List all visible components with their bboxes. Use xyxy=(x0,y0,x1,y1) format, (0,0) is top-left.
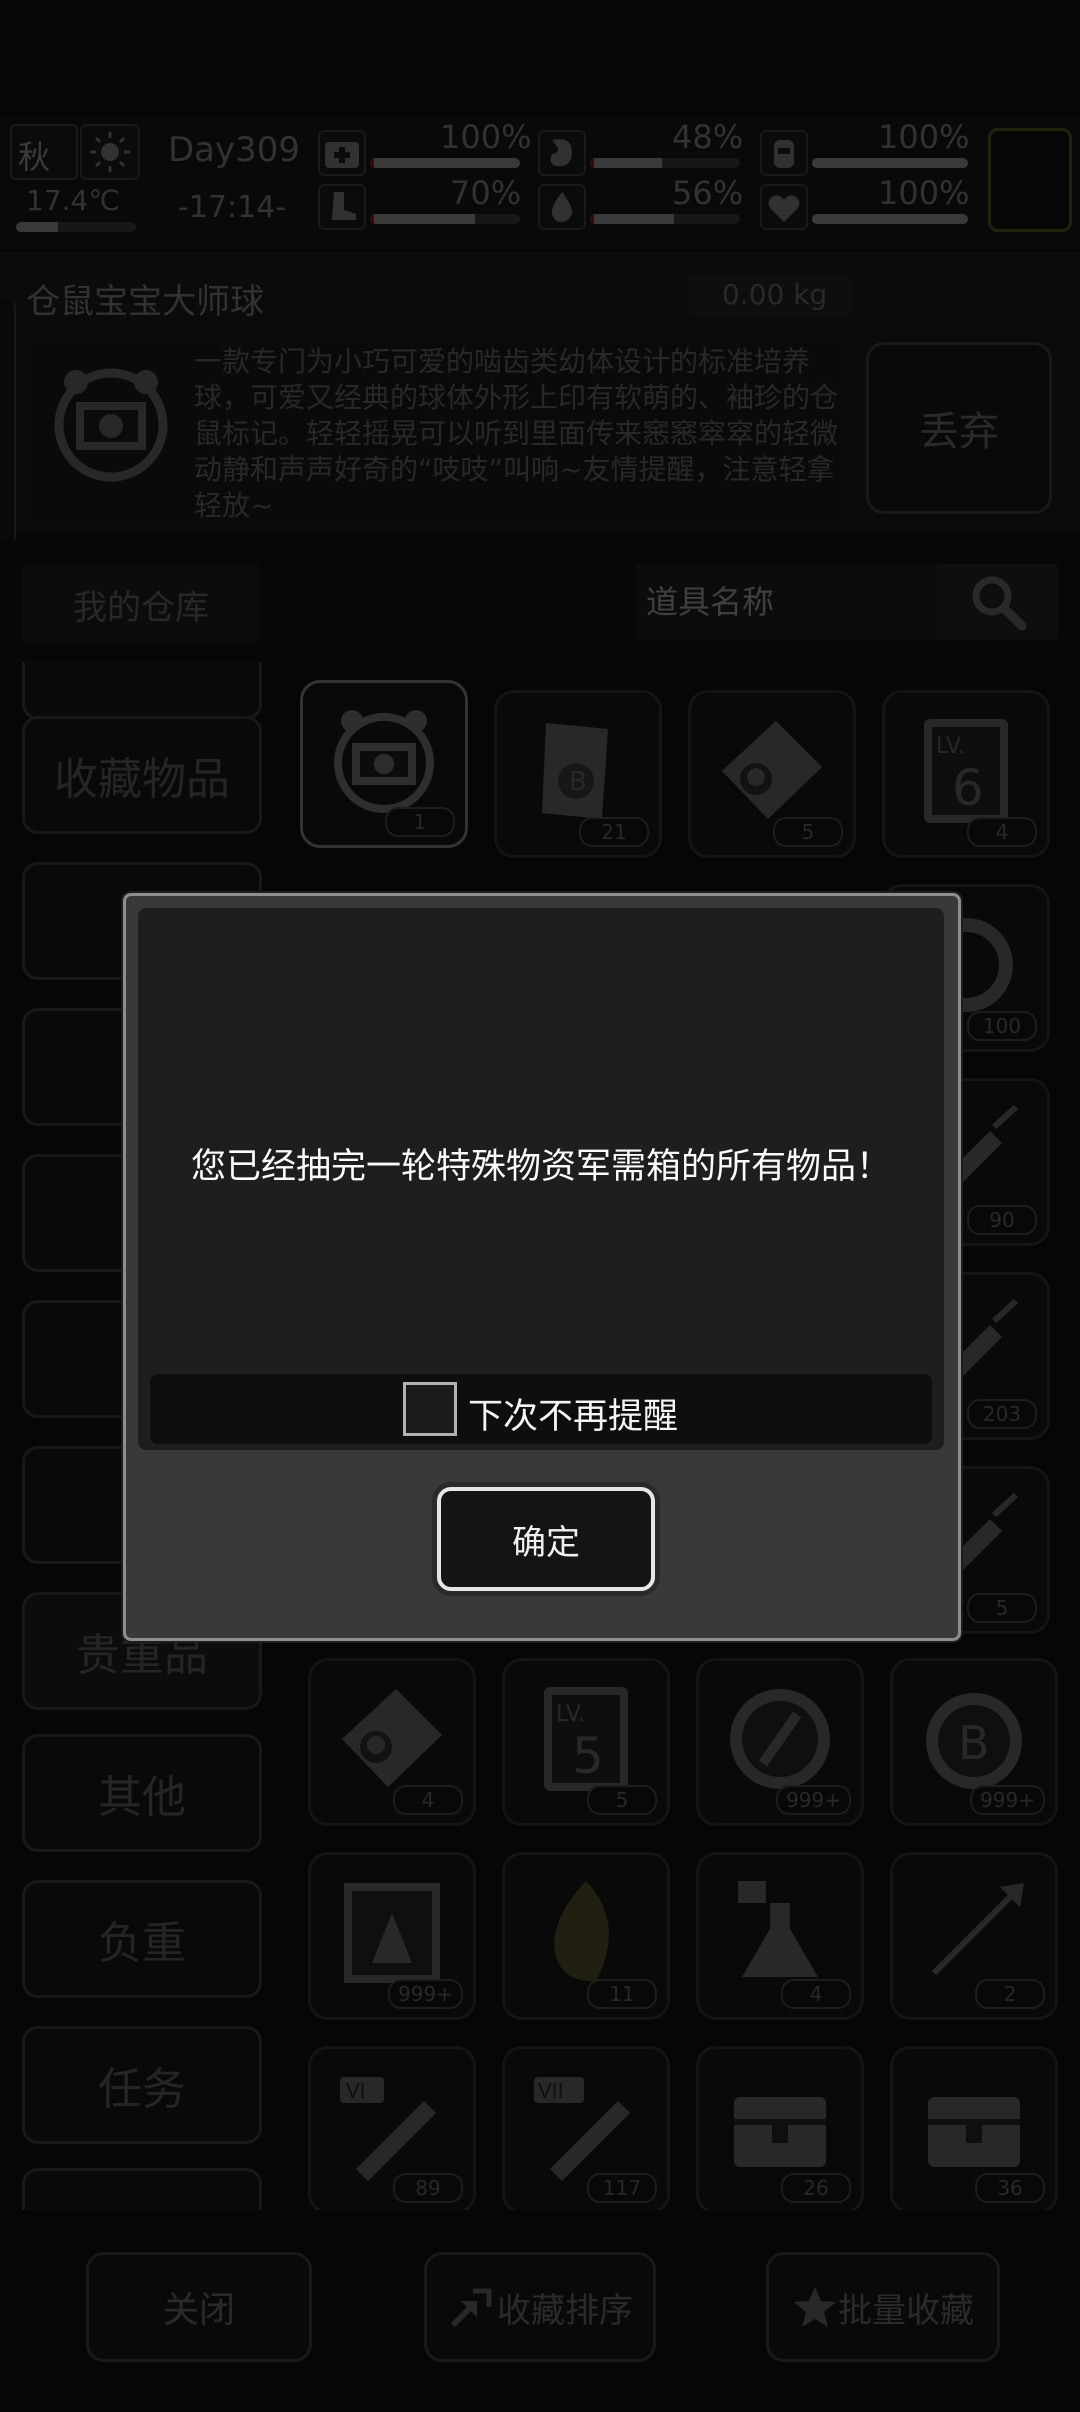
confirm-label: 确定 xyxy=(512,1522,580,1563)
dont-remind-checkbox[interactable] xyxy=(403,1382,457,1436)
confirm-button[interactable]: 确定 xyxy=(437,1487,655,1591)
notice-dialog: 您已经抽完一轮特殊物资军需箱的所有物品！ 下次不再提醒 确定 xyxy=(123,893,961,1641)
dont-remind-row[interactable]: 下次不再提醒 xyxy=(150,1374,932,1444)
dont-remind-label: 下次不再提醒 xyxy=(468,1397,679,1437)
dialog-message: 您已经抽完一轮特殊物资军需箱的所有物品！ xyxy=(190,1147,891,1187)
dialog-content: 您已经抽完一轮特殊物资军需箱的所有物品！ 下次不再提醒 xyxy=(138,908,944,1450)
